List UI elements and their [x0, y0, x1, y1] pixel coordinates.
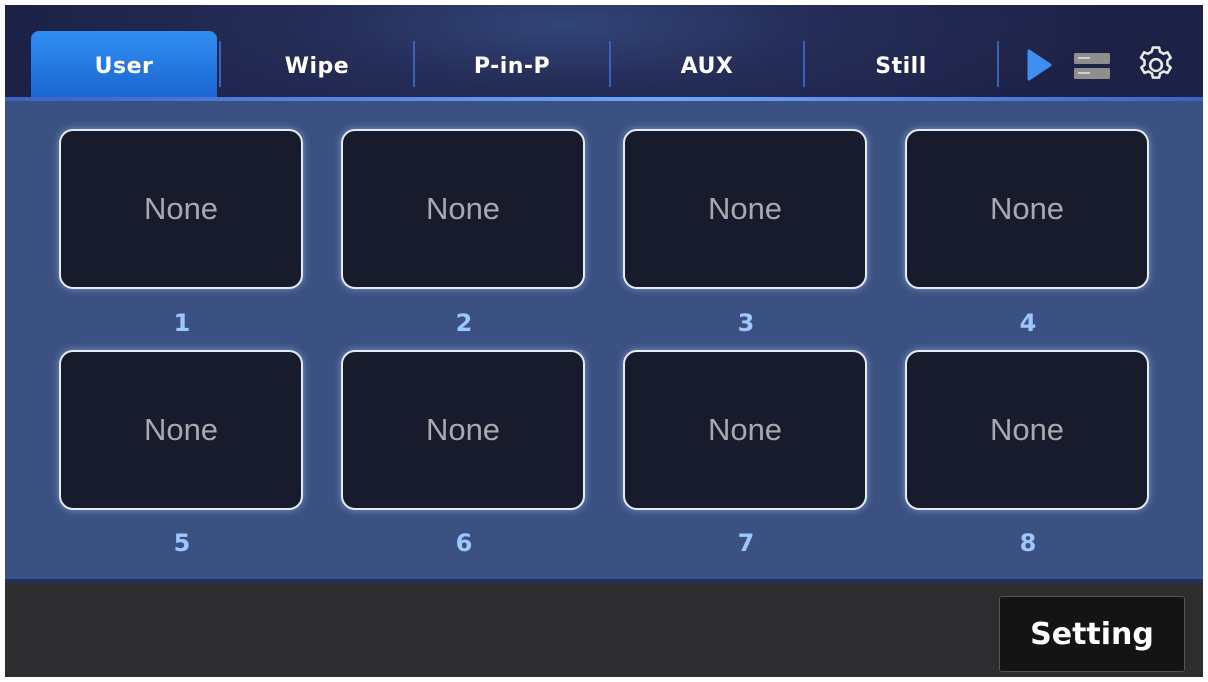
tab-still[interactable]: Still: [805, 31, 997, 101]
tab-bar: User Wipe P-in-P AUX Still: [5, 5, 1203, 101]
memory-slot-3[interactable]: None: [623, 129, 867, 289]
tab-aux[interactable]: AUX: [611, 31, 803, 101]
memory-slot-7[interactable]: None: [623, 350, 867, 510]
slot-number-1: 1: [173, 309, 191, 337]
slot-number-7: 7: [737, 529, 755, 557]
slot-number-5: 5: [173, 529, 191, 557]
memory-grid-panel: None None None None 1 2 3 4 None None No…: [5, 101, 1203, 582]
memory-slot-5[interactable]: None: [59, 350, 303, 510]
setting-button[interactable]: Setting: [999, 596, 1185, 672]
tab-p-in-p[interactable]: P-in-P: [415, 31, 609, 101]
app-frame: User Wipe P-in-P AUX Still None None Non…: [5, 5, 1203, 677]
slot-number-2: 2: [455, 309, 473, 337]
layers-icon[interactable]: [1073, 52, 1111, 80]
tab-separator: [997, 41, 999, 87]
memory-slot-8[interactable]: None: [905, 350, 1149, 510]
tab-user[interactable]: User: [31, 31, 217, 101]
memory-slot-4[interactable]: None: [905, 129, 1149, 289]
memory-slot-2[interactable]: None: [341, 129, 585, 289]
play-icon[interactable]: [1025, 48, 1053, 82]
slot-number-4: 4: [1019, 309, 1037, 337]
memory-slot-6[interactable]: None: [341, 350, 585, 510]
slot-number-8: 8: [1019, 529, 1037, 557]
tab-wipe[interactable]: Wipe: [221, 31, 413, 101]
bottom-bar: Setting: [5, 585, 1203, 677]
memory-slot-1[interactable]: None: [59, 129, 303, 289]
gear-icon[interactable]: [1134, 43, 1178, 87]
slot-number-6: 6: [455, 529, 473, 557]
slot-number-3: 3: [737, 309, 755, 337]
